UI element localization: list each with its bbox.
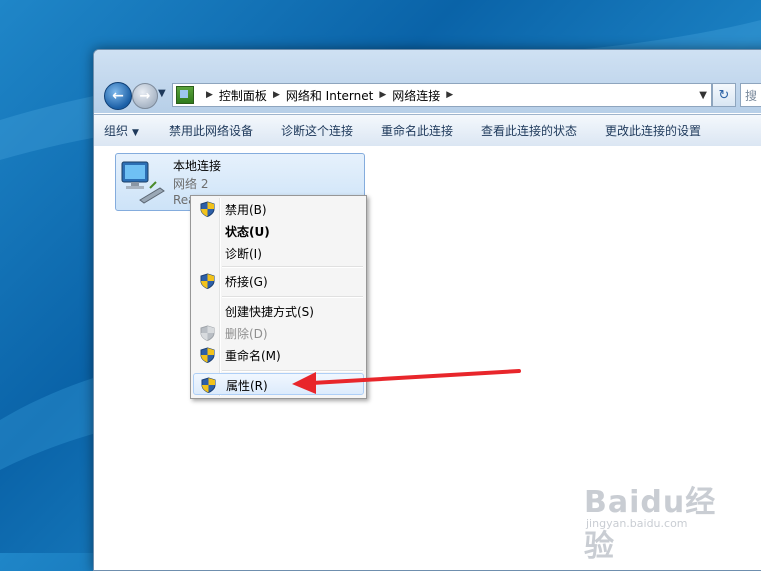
menu-item-label: 禁用(B) [225, 203, 267, 217]
menu-item-label: 重命名(M) [225, 349, 281, 363]
refresh-button[interactable]: ↻ [712, 83, 736, 107]
menu-item-properties[interactable]: 属性(R) [193, 373, 364, 395]
breadcrumb-separator-icon[interactable]: ▶ [379, 90, 386, 100]
uac-shield-icon [200, 273, 215, 289]
rename-connection-button[interactable]: 重命名此连接 [381, 122, 453, 139]
uac-shield-icon [200, 325, 215, 341]
menu-separator [222, 266, 363, 268]
refresh-icon: ↻ [718, 87, 730, 103]
organize-menu-button[interactable]: 组织 ▼ [104, 122, 139, 139]
menu-item-label: 状态(U) [225, 225, 270, 239]
context-menu: 禁用(B) 状态(U) 诊断(I) 桥接(G) 创建快捷方式(S) 删除(D) … [190, 195, 367, 399]
change-settings-button[interactable]: 更改此连接的设置 [605, 122, 701, 139]
search-placeholder: 搜 [745, 88, 758, 103]
connection-network: 网络 2 [173, 177, 209, 191]
breadcrumb-separator-icon[interactable]: ▶ [446, 90, 453, 100]
menu-item-diagnose[interactable]: 诊断(I) [193, 242, 364, 264]
menu-item-create-shortcut[interactable]: 创建快捷方式(S) [193, 300, 364, 322]
forward-arrow-icon: → [139, 88, 151, 104]
menu-item-delete: 删除(D) [193, 322, 364, 344]
breadcrumb-network-connections[interactable]: 网络连接 [392, 87, 440, 104]
uac-shield-icon [201, 377, 216, 393]
command-bar: 组织 ▼ 禁用此网络设备 诊断这个连接 重命名此连接 查看此连接的状态 更改此连接… [94, 114, 761, 147]
back-button[interactable]: ← [104, 82, 132, 110]
menu-item-status[interactable]: 状态(U) [193, 220, 364, 242]
disable-device-button[interactable]: 禁用此网络设备 [169, 122, 253, 139]
menu-item-label: 诊断(I) [225, 247, 262, 261]
menu-item-label: 桥接(G) [225, 275, 268, 289]
menu-item-label: 属性(R) [226, 379, 268, 393]
connection-name: 本地连接 [173, 159, 222, 173]
view-status-button[interactable]: 查看此连接的状态 [481, 122, 577, 139]
control-panel-icon [176, 86, 194, 104]
diagnose-connection-button[interactable]: 诊断这个连接 [281, 122, 353, 139]
menu-item-bridge[interactable]: 桥接(G) [193, 270, 364, 292]
chevron-down-icon: ▼ [132, 128, 139, 138]
recent-pages-dropdown[interactable]: ▼ [158, 88, 166, 99]
menu-separator [222, 296, 363, 298]
uac-shield-icon [200, 201, 215, 217]
menu-item-label: 删除(D) [225, 327, 268, 341]
breadcrumb-separator-icon[interactable]: ▶ [206, 90, 213, 100]
window-chrome: ← → ▼ ▶ 控制面板 ▶ 网络和 Internet ▶ 网络连接 ▶ ▼ ↻… [94, 50, 761, 113]
baidu-jingyan-watermark: Baidu经验 jingyan.baidu.com [584, 477, 744, 564]
menu-item-disable[interactable]: 禁用(B) [193, 198, 364, 220]
organize-label: 组织 [104, 124, 129, 138]
breadcrumb-control-panel[interactable]: 控制面板 [219, 87, 267, 104]
menu-item-rename[interactable]: 重命名(M) [193, 344, 364, 366]
network-adapter-icon [121, 161, 165, 204]
menu-item-label: 创建快捷方式(S) [225, 305, 314, 319]
watermark-url: jingyan.baidu.com [586, 517, 688, 530]
search-input[interactable]: 搜 [740, 83, 761, 107]
address-dropdown-icon[interactable]: ▼ [699, 90, 707, 101]
breadcrumb-network-internet[interactable]: 网络和 Internet [286, 87, 373, 104]
breadcrumb-separator-icon[interactable]: ▶ [273, 90, 280, 100]
address-bar[interactable]: ▶ 控制面板 ▶ 网络和 Internet ▶ 网络连接 ▶ ▼ [172, 83, 712, 107]
forward-button[interactable]: → [132, 83, 158, 109]
menu-separator [222, 370, 363, 372]
back-arrow-icon: ← [112, 88, 124, 104]
chevron-down-icon: ▼ [158, 88, 166, 99]
uac-shield-icon [200, 347, 215, 363]
